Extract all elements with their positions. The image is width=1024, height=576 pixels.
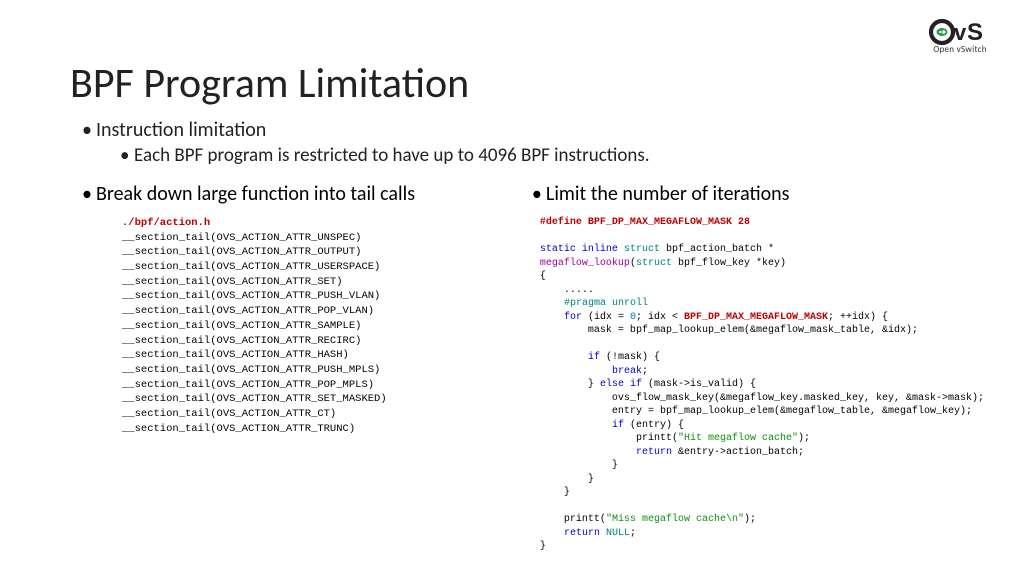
- ovs-logo-mark: v S: [928, 18, 992, 46]
- code-line: __section_tail(OVS_ACTION_ATTR_POP_VLAN): [122, 305, 374, 317]
- code-header: ./bpf/action.h: [122, 217, 210, 229]
- code-line: ovs_flow_mask_key(&megaflow_key.masked_k…: [540, 393, 984, 404]
- left-column: Break down large function into tail call…: [82, 182, 522, 554]
- code-line: .....: [540, 285, 594, 296]
- bullet-instruction-limitation: Instruction limitation Each BPF program …: [82, 118, 984, 167]
- main-bullets: Instruction limitation Each BPF program …: [82, 118, 984, 169]
- code-string: "Miss megaflow cache\n": [606, 514, 744, 525]
- code-line: entry = bpf_map_lookup_elem(&megaflow_ta…: [540, 406, 972, 417]
- sub-bullet-4096: Each BPF program is restricted to have u…: [120, 144, 984, 167]
- svg-text:S: S: [967, 19, 983, 46]
- code-string: "Hit megaflow cache": [678, 433, 798, 444]
- code-line: __section_tail(OVS_ACTION_ATTR_UNSPEC): [122, 232, 361, 244]
- bullet-tail-calls: Break down large function into tail call…: [82, 182, 522, 206]
- code-line: }: [540, 460, 618, 471]
- code-line: __section_tail(OVS_ACTION_ATTR_TRUNC): [122, 423, 355, 435]
- code-null: NULL: [606, 528, 630, 539]
- ovs-logo-text: Open vSwitch: [928, 44, 992, 55]
- slide-title: BPF Program Limitation: [70, 58, 469, 109]
- bullet-text: Instruction limitation: [96, 118, 266, 142]
- code-line: __section_tail(OVS_ACTION_ATTR_POP_MPLS): [122, 379, 374, 391]
- code-define: #define BPF_DP_MAX_MEGAFLOW_MASK 28: [540, 217, 750, 228]
- code-const: BPF_DP_MAX_MEGAFLOW_MASK: [684, 312, 828, 323]
- code-block-action-h: ./bpf/action.h __section_tail(OVS_ACTION…: [122, 216, 522, 436]
- code-line: __section_tail(OVS_ACTION_ATTR_USERSPACE…: [122, 261, 380, 273]
- code-line: __section_tail(OVS_ACTION_ATTR_RECIRC): [122, 335, 361, 347]
- code-line: __section_tail(OVS_ACTION_ATTR_OUTPUT): [122, 246, 361, 258]
- code-line: __section_tail(OVS_ACTION_ATTR_CT): [122, 408, 336, 420]
- code-line: __section_tail(OVS_ACTION_ATTR_SAMPLE): [122, 320, 361, 332]
- code-line: __section_tail(OVS_ACTION_ATTR_PUSH_MPLS…: [122, 364, 380, 376]
- code-line: __section_tail(OVS_ACTION_ATTR_SET): [122, 276, 343, 288]
- code-line: }: [540, 487, 570, 498]
- code-brace: }: [540, 541, 546, 552]
- code-line: }: [540, 474, 594, 485]
- right-column: Limit the number of iterations #define B…: [532, 182, 984, 554]
- code-line: __section_tail(OVS_ACTION_ATTR_PUSH_VLAN…: [122, 290, 380, 302]
- svg-text:v: v: [954, 20, 967, 45]
- bullet-iterations: Limit the number of iterations: [532, 182, 984, 206]
- code-brace: {: [540, 271, 546, 282]
- ovs-logo: v S Open vSwitch: [928, 18, 992, 55]
- code-line: __section_tail(OVS_ACTION_ATTR_HASH): [122, 349, 349, 361]
- code-line: __section_tail(OVS_ACTION_ATTR_SET_MASKE…: [122, 393, 387, 405]
- code-line: mask = bpf_map_lookup_elem(&megaflow_mas…: [540, 325, 918, 336]
- code-block-megaflow: #define BPF_DP_MAX_MEGAFLOW_MASK 28 stat…: [540, 216, 984, 554]
